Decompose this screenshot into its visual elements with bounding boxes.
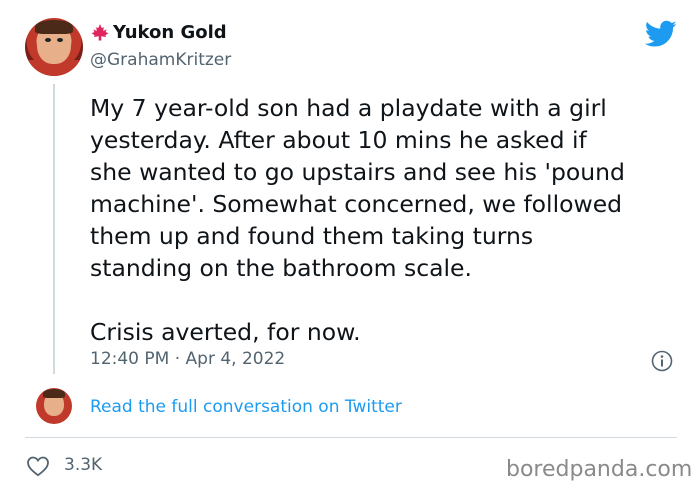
thread-line: [53, 84, 55, 374]
maple-leaf-icon: [91, 23, 109, 40]
read-full-conversation-link[interactable]: Read the full conversation on Twitter: [90, 397, 402, 417]
twitter-bird-icon[interactable]: [645, 20, 677, 48]
tweet-timestamp[interactable]: 12:40 PM · Apr 4, 2022: [90, 349, 285, 369]
watermark: boredpanda.com: [506, 457, 693, 482]
divider: [25, 437, 677, 438]
like-count[interactable]: 3.3K: [64, 455, 102, 475]
info-icon[interactable]: [651, 350, 673, 372]
avatar-eye-right: [57, 38, 63, 42]
avatar-eye-left: [45, 38, 51, 42]
tweet-text: My 7 year-old son had a playdate with a …: [90, 94, 625, 346]
heart-icon[interactable]: [26, 455, 50, 477]
author-display-name-row[interactable]: Yukon Gold: [90, 22, 227, 43]
avatar-hair: [43, 389, 65, 398]
author-display-name[interactable]: Yukon Gold: [113, 22, 227, 43]
author-avatar[interactable]: [25, 18, 83, 76]
avatar-hair: [35, 20, 73, 34]
conversation-avatar[interactable]: [36, 388, 72, 424]
author-handle[interactable]: @GrahamKritzer: [90, 50, 231, 70]
